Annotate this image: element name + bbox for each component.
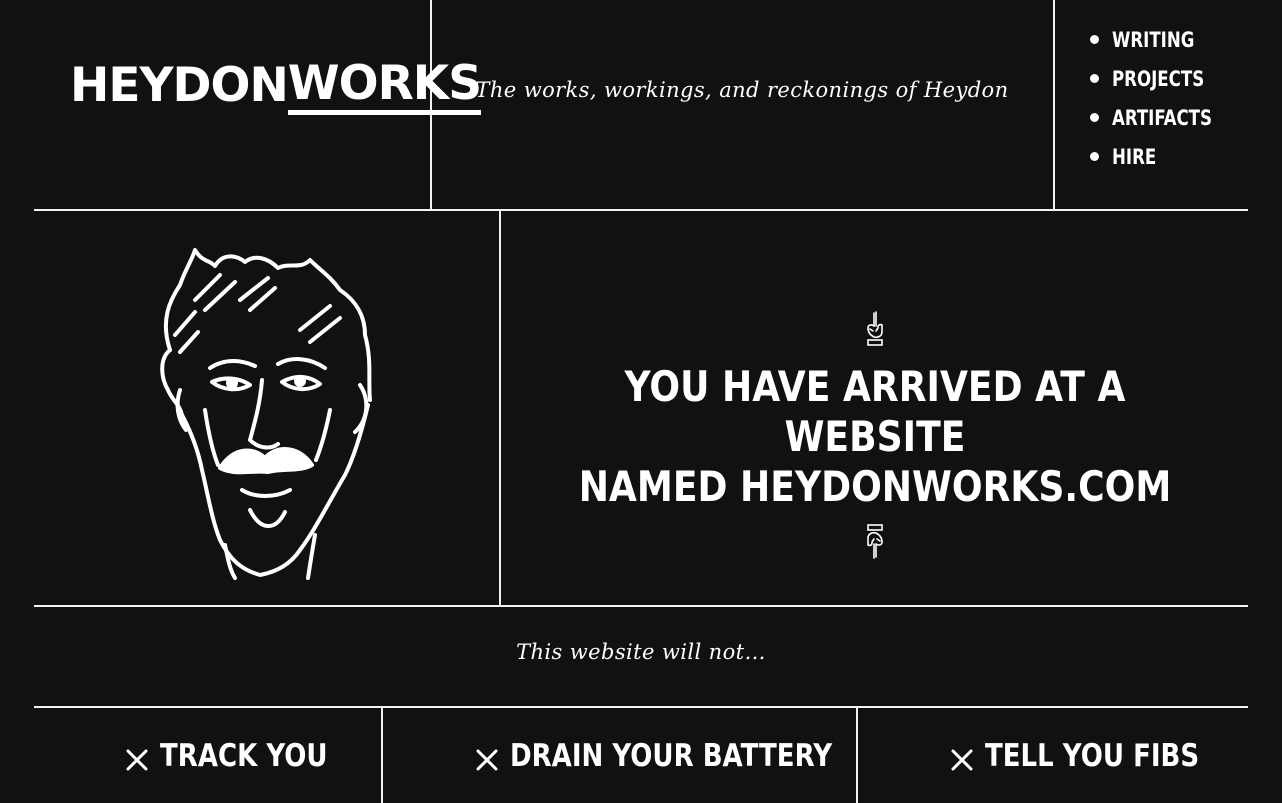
will-not-label: Track you [160,738,328,774]
bullet-icon [1090,74,1099,83]
nav-link-projects[interactable]: Projects [1112,67,1204,91]
main-nav: Writing Projects Artifacts Hire [1090,20,1226,176]
will-not-label: Drain your battery [510,738,833,774]
bullet-icon [1090,113,1099,122]
hand-pointing-up-icon [867,311,883,346]
site-tagline: The works, workings, and reckonings of H… [475,78,1009,102]
cross-icon [126,749,148,771]
site-logo[interactable]: HEYDON WORKS [70,58,482,120]
hero-announcement: You have arrived at a website named heyd… [502,310,1248,560]
nav-item-projects: Projects [1090,59,1226,98]
hero-headline-line-2: named heydonworks.com [578,462,1172,511]
heydon-portrait-illustration [160,248,372,580]
nav-link-writing[interactable]: Writing [1112,28,1194,52]
logo-part-heydon: HEYDON [70,58,289,113]
nav-link-artifacts[interactable]: Artifacts [1112,106,1212,130]
will-not-item-drain-battery: Drain your battery [476,738,893,774]
header-divider-2 [1053,0,1055,209]
hero-headline: You have arrived at a website named heyd… [554,362,1196,512]
header-bottom-rule [34,209,1248,211]
will-not-label: Tell you fibs [985,738,1200,774]
will-not-item-track-you: Track you [126,738,359,774]
hero-divider [499,211,501,605]
will-not-divider-1 [381,708,383,803]
cross-icon [951,749,973,771]
nav-item-writing: Writing [1090,20,1226,59]
hand-pointing-down-icon [867,524,883,559]
nav-item-artifacts: Artifacts [1090,98,1226,137]
hero-headline-line-1: You have arrived at a website [624,362,1126,461]
bullet-icon [1090,35,1099,44]
will-not-top-rule [34,706,1248,708]
hero-bottom-rule [34,605,1248,607]
cross-icon [476,749,498,771]
bullet-icon [1090,152,1099,161]
nav-link-hire[interactable]: Hire [1112,145,1156,169]
will-not-intro: This website will not… [516,640,766,664]
will-not-item-tell-fibs: Tell you fibs [951,738,1240,774]
nav-item-hire: Hire [1090,137,1226,176]
